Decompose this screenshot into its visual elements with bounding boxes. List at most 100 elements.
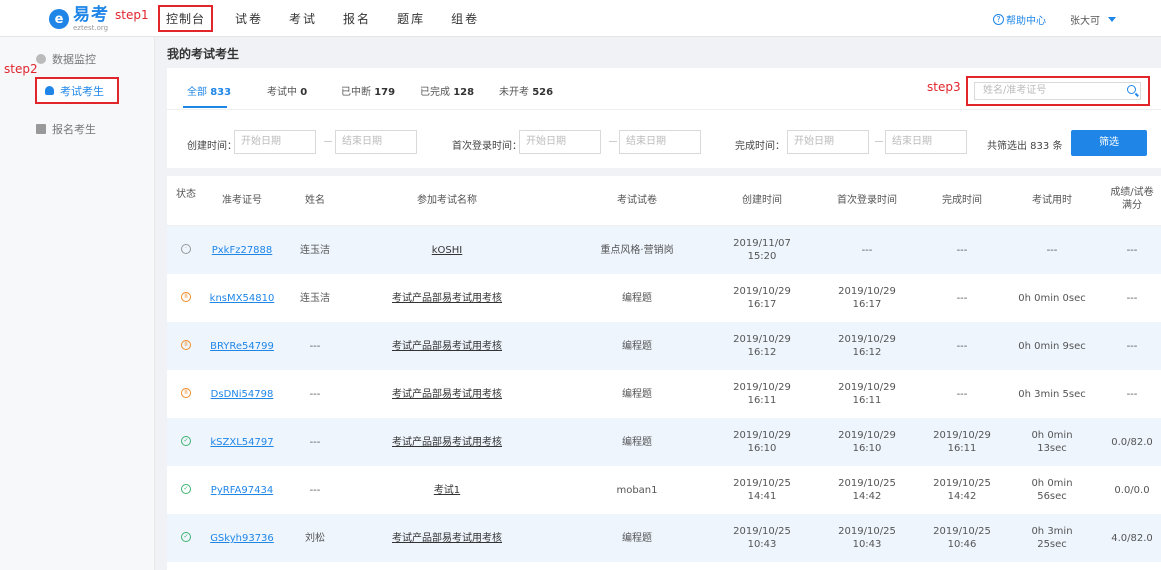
ticket-number-link[interactable]: BRYRe54799 (207, 340, 277, 353)
col-duration: 考试用时 (1032, 195, 1072, 206)
candidate-name: --- (309, 341, 321, 352)
first-login-time: --- (861, 245, 873, 256)
nav-compose-paper[interactable]: 组卷 (451, 10, 479, 27)
table-row: ✓ kSZXL54797 --- 考试产品部易考试用考核 编程题 2019/10/29 16… (167, 418, 1161, 466)
ticket-number-link[interactable]: kSZXL54797 (207, 436, 277, 449)
status-interrupted-icon: II (181, 340, 191, 350)
candidate-name: --- (309, 485, 321, 496)
ticket-number-link[interactable]: knsMX54810 (207, 292, 277, 305)
col-status: 状态 (176, 189, 196, 200)
candidates-table: 状态 准考证号 姓名 参加考试名称 考试试卷 创建时间 首次登录时间 完成时间 … (167, 176, 1161, 570)
table-row: II DsDNi54798 --- 考试产品部易考试用考核 编程题 2019/10/29 1… (167, 370, 1161, 418)
sidebar-item-label: 数据监控 (52, 53, 96, 66)
col-paper: 考试试卷 (617, 195, 657, 206)
exam-duration: 0h 0min 13sec (1031, 430, 1073, 454)
first-login-time-label: 首次登录时间： (452, 141, 522, 152)
table-row: · PxkFz27888 连玉洁 kOSHI 重点风格·营销岗 2019/11/07 15:… (167, 226, 1161, 274)
exam-name-link[interactable]: 考试产品部易考试用考核 (372, 388, 522, 401)
exam-duration: --- (1046, 245, 1058, 256)
tab-completed[interactable]: 已完成 128 (420, 83, 474, 98)
sidebar-item-exam-candidates[interactable]: 考试考生 (35, 77, 119, 104)
score: --- (1126, 245, 1138, 256)
search-icon[interactable] (1127, 85, 1136, 94)
status-not-started-icon: · (181, 244, 191, 254)
paper-name: 编程题 (622, 533, 652, 544)
brand-logo[interactable]: e 易考 eztest.org (49, 5, 109, 33)
paper-name: 编程题 (622, 437, 652, 448)
search-highlight-box: 姓名/准考证号 (966, 76, 1150, 106)
top-nav-bar: e 易考 eztest.org step1 控制台 试卷 考试 报名 题库 组卷… (0, 0, 1161, 37)
help-center-link[interactable]: ? 帮助中心 (993, 12, 1046, 27)
page-title: 我的考试考生 (167, 47, 240, 61)
logo-main-text: 易考 (73, 4, 109, 25)
paper-name: 编程题 (622, 389, 652, 400)
table-row: II knsMX54810 连玉洁 考试产品部易考试用考核 编程题 2019/10/29 1… (167, 274, 1161, 322)
tab-not-started[interactable]: 未开考 526 (499, 83, 553, 98)
exam-name-link[interactable]: kOSHI (372, 244, 522, 257)
active-tab-indicator (183, 106, 227, 108)
col-score: 成绩/试卷满分 (1110, 187, 1154, 211)
created-time: 2019/10/29 16:17 (733, 286, 791, 310)
question-circle-icon: ? (993, 14, 1004, 25)
date-separator (609, 141, 617, 142)
completed-time: --- (956, 293, 968, 304)
exam-name-link[interactable]: 考试产品部易考试用考核 (372, 340, 522, 353)
completed-time: 2019/10/25 14:42 (933, 478, 991, 502)
id-card-icon (36, 124, 46, 134)
first-login-time: 2019/10/29 16:17 (838, 286, 896, 310)
first-login-time: 2019/10/25 10:43 (838, 526, 896, 550)
exam-name-link[interactable]: 考试1 (372, 484, 522, 497)
col-name: 姓名 (305, 195, 325, 206)
table-header: 状态 准考证号 姓名 参加考试名称 考试试卷 创建时间 首次登录时间 完成时间 … (167, 176, 1161, 226)
ticket-number-link[interactable]: PyRFA97434 (207, 484, 277, 497)
nav-registration[interactable]: 报名 (343, 10, 371, 27)
step3-annotation: step3 (927, 80, 961, 94)
sidebar-item-label: 考试考生 (60, 84, 104, 98)
first-login-start-date-input[interactable]: 开始日期 (519, 130, 601, 154)
step1-annotation: step1 (115, 8, 149, 22)
exam-name-link[interactable]: 考试产品部易考试用考核 (372, 292, 522, 305)
created-time: 2019/11/07 15:20 (733, 238, 791, 262)
tab-interrupted[interactable]: 已中断 179 (341, 83, 395, 98)
first-login-time: 2019/10/29 16:11 (838, 382, 896, 406)
created-time: 2019/10/25 10:43 (733, 526, 791, 550)
status-tabs: 全部 833 考试中 0 已中断 179 已完成 128 未开考 526 ste… (167, 68, 1161, 110)
nav-exams[interactable]: 考试 (289, 10, 317, 27)
tab-in-exam[interactable]: 考试中 0 (267, 83, 307, 98)
nav-papers[interactable]: 试卷 (235, 10, 263, 27)
user-menu[interactable]: 张大可 (1070, 12, 1116, 27)
nav-dashboard[interactable]: 控制台 (158, 5, 214, 32)
exam-duration: 0h 0min 0sec (1018, 293, 1086, 304)
created-time: 2019/10/29 16:10 (733, 430, 791, 454)
table-row: ✓ GSkyh93736 刘松 考试产品部易考试用考核 编程题 2019/10/25 10:… (167, 514, 1161, 562)
table-row: ✓ PyRFA97434 --- 考试1 moban1 2019/10/25 14:41 20… (167, 466, 1161, 514)
completed-time-label: 完成时间： (735, 141, 785, 152)
sidebar-item-data-monitor[interactable]: 数据监控 (36, 51, 96, 67)
help-center-label: 帮助中心 (1006, 16, 1046, 27)
ticket-number-link[interactable]: DsDNi54798 (207, 388, 277, 401)
created-end-date-input[interactable]: 结束日期 (335, 130, 417, 154)
ticket-number-link[interactable]: GSkyh93736 (207, 532, 277, 545)
created-time-label: 创建时间： (187, 141, 237, 152)
status-completed-icon: ✓ (181, 532, 191, 542)
nav-question-bank[interactable]: 题库 (397, 10, 425, 27)
col-created: 创建时间 (742, 195, 782, 206)
created-start-date-input[interactable]: 开始日期 (234, 130, 316, 154)
user-icon (45, 86, 54, 95)
completed-end-date-input[interactable]: 结束日期 (885, 130, 967, 154)
exam-duration: 0h 0min 56sec (1031, 478, 1073, 502)
score: 0.0/0.0 (1114, 485, 1150, 496)
status-completed-icon: ✓ (181, 484, 191, 494)
logo-e-icon: e (49, 9, 69, 29)
sidebar-item-registration-candidates[interactable]: 报名考生 (36, 121, 96, 137)
candidate-name: 刘松 (305, 533, 325, 544)
ticket-number-link[interactable]: PxkFz27888 (207, 244, 277, 257)
main-content: 我的考试考生 全部 833 考试中 0 已中断 179 已完成 128 未开考 … (167, 46, 1161, 570)
exam-name-link[interactable]: 考试产品部易考试用考核 (372, 436, 522, 449)
completed-start-date-input[interactable]: 开始日期 (787, 130, 869, 154)
exam-name-link[interactable]: 考试产品部易考试用考核 (372, 532, 522, 545)
search-input[interactable]: 姓名/准考证号 (974, 82, 1141, 100)
filter-button[interactable]: 筛选 (1071, 130, 1147, 156)
tab-all[interactable]: 全部 833 (187, 83, 231, 98)
first-login-end-date-input[interactable]: 结束日期 (619, 130, 701, 154)
